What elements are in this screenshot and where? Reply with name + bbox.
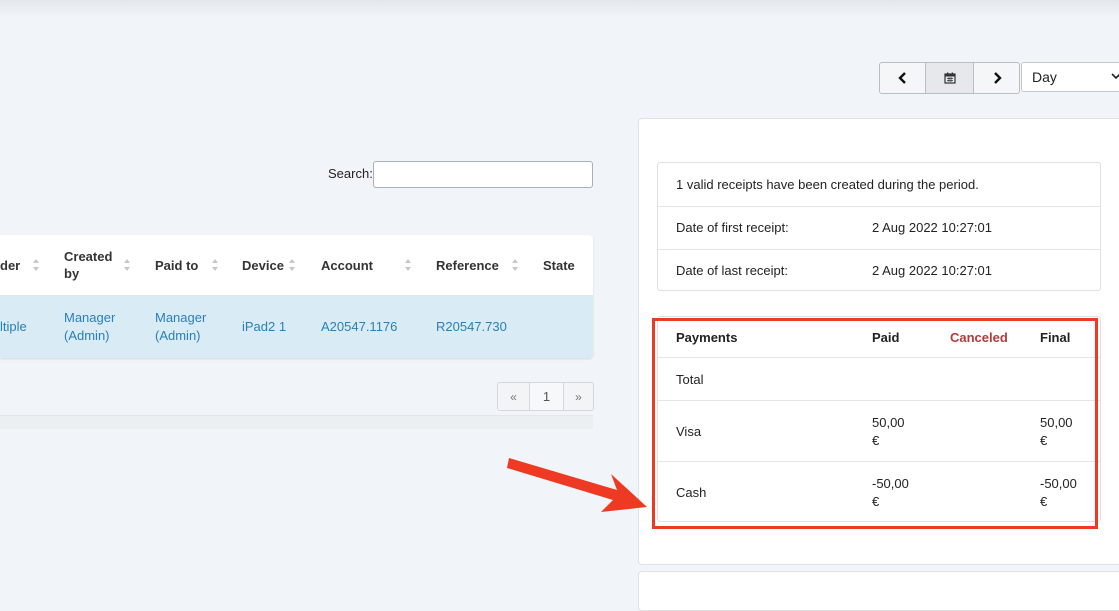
header-paid: Paid: [872, 330, 900, 345]
pagination: « 1 »: [497, 382, 594, 411]
column-header-state[interactable]: State: [543, 235, 593, 295]
sort-icon: [405, 259, 411, 271]
period-select-value: Day: [1032, 69, 1057, 85]
valid-receipts-text: 1 valid receipts have been created durin…: [676, 177, 979, 192]
payments-row-total: Total: [658, 358, 1100, 401]
header-final: Final: [1040, 330, 1071, 345]
sort-icon: [512, 259, 518, 271]
next-panel: [638, 571, 1119, 611]
chevron-down-icon: [1111, 73, 1119, 80]
column-header-created-by[interactable]: Created by: [64, 235, 124, 295]
calendar-button[interactable]: [926, 63, 974, 93]
final-currency: €: [1040, 433, 1048, 448]
calendar-icon: [943, 72, 956, 84]
top-shadow-bar: [0, 0, 1119, 18]
receipts-table: der Created by Paid to Device Account Re…: [0, 235, 593, 358]
search-label: Search:: [328, 166, 373, 181]
table-header: der Created by Paid to Device Account Re…: [0, 235, 593, 297]
header-canceled: Canceled: [950, 330, 1008, 345]
cell-paid-to[interactable]: Manager (Admin): [155, 296, 225, 358]
cell-account[interactable]: A20547.1176: [321, 296, 421, 358]
table-row[interactable]: ltiple Manager (Admin) Manager (Admin) i…: [0, 296, 593, 358]
pagination-previous[interactable]: «: [498, 383, 530, 410]
first-receipt-label: Date of first receipt:: [676, 220, 789, 235]
annotation-arrow-icon: [507, 458, 647, 512]
paid-currency: €: [872, 433, 880, 448]
paid-amount: -50,00: [872, 476, 909, 491]
row-label: Total: [676, 372, 704, 387]
chevron-left-icon: [897, 72, 906, 84]
last-receipt-label: Date of last receipt:: [676, 263, 788, 278]
pagination-next[interactable]: »: [564, 383, 593, 410]
cell-device[interactable]: iPad2 1: [242, 296, 312, 358]
previous-period-button[interactable]: [880, 63, 926, 93]
payments-table: Payments Paid Canceled Final Total Visa …: [657, 316, 1101, 522]
horizontal-scrollbar[interactable]: [0, 415, 593, 429]
payments-header-row: Payments Paid Canceled Final: [658, 317, 1100, 358]
cell-order[interactable]: ltiple: [0, 296, 40, 358]
cell-reference[interactable]: R20547.730: [436, 296, 536, 358]
sort-icon: [124, 259, 130, 271]
final-currency: €: [1040, 494, 1048, 509]
info-row-first: Date of first receipt: 2 Aug 2022 10:27:…: [658, 206, 1100, 250]
final-amount: -50,00: [1040, 476, 1077, 491]
info-row-last: Date of last receipt: 2 Aug 2022 10:27:0…: [658, 249, 1100, 292]
sort-icon: [212, 259, 218, 271]
paid-currency: €: [872, 494, 880, 509]
info-row-valid: 1 valid receipts have been created durin…: [658, 163, 1100, 207]
date-navigation: [879, 62, 1020, 94]
receipts-info-box: 1 valid receipts have been created durin…: [657, 162, 1101, 291]
period-select[interactable]: Day: [1021, 62, 1119, 92]
final-amount: 50,00: [1040, 415, 1073, 430]
row-label: Visa: [676, 424, 702, 439]
pagination-page-1[interactable]: 1: [530, 383, 564, 410]
row-label: Cash: [676, 485, 707, 500]
cell-created-by[interactable]: Manager (Admin): [64, 296, 134, 358]
chevron-right-icon: [993, 72, 1002, 84]
next-period-button[interactable]: [974, 63, 1019, 93]
paid-amount: 50,00: [872, 415, 905, 430]
column-header-reference[interactable]: Reference: [436, 235, 516, 295]
sort-icon: [289, 259, 295, 271]
header-payments: Payments: [676, 330, 738, 345]
last-receipt-value: 2 Aug 2022 10:27:01: [872, 263, 993, 278]
column-header-account[interactable]: Account: [321, 235, 401, 295]
first-receipt-value: 2 Aug 2022 10:27:01: [872, 220, 993, 235]
payments-row-visa: Visa 50,00 € 50,00 €: [658, 401, 1100, 462]
search-input[interactable]: [373, 161, 593, 188]
sort-icon: [33, 259, 39, 271]
payments-row-cash: Cash -50,00 € -50,00 €: [658, 462, 1100, 522]
cell-state: [543, 296, 593, 358]
